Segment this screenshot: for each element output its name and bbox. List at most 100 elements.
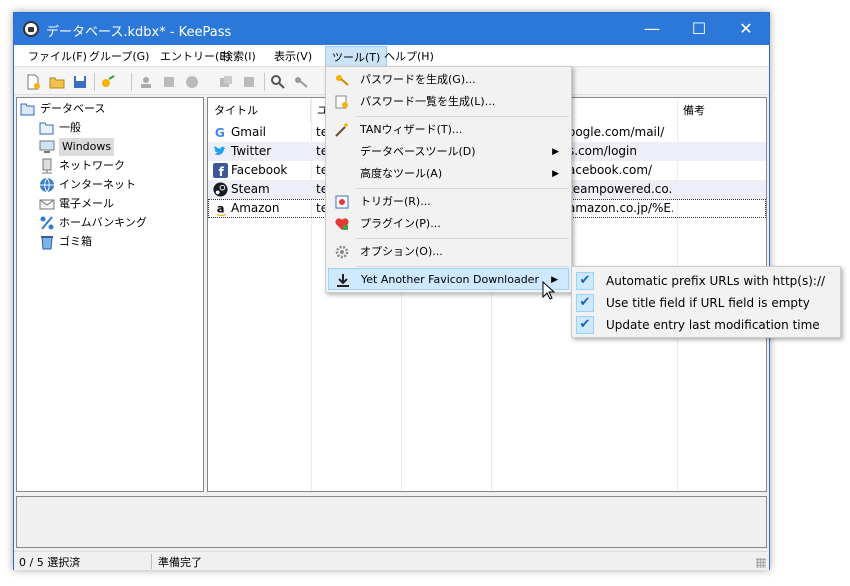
copy-user-icon[interactable] (138, 74, 154, 90)
steam-favicon-icon (213, 182, 228, 197)
maximize-button[interactable]: ☐ (676, 13, 722, 45)
tree-item-label: ホームバンキング (59, 216, 147, 229)
svg-text:G: G (215, 126, 225, 140)
menu-item-label: Yet Another Favicon Downloader (361, 273, 539, 286)
menu-item-label: Automatic prefix URLs with http(s):// (606, 274, 826, 288)
status-text: 準備完了 (158, 556, 202, 569)
svg-text:f: f (219, 165, 225, 178)
submenu-arrow-icon: ▶ (552, 169, 559, 179)
copy-entry-icon[interactable] (218, 74, 234, 90)
toolbar-separator (94, 73, 95, 91)
menu-item-label: オプション(O)... (360, 245, 443, 258)
add-entry-icon[interactable] (100, 74, 116, 90)
minimize-button[interactable]: — (629, 13, 675, 45)
envelope-icon (39, 199, 55, 210)
save-icon[interactable] (72, 74, 88, 90)
window-title: データベース.kdbx* - KeePass (46, 25, 232, 40)
tree-item-label: 一般 (59, 121, 81, 134)
menu-item-yafd[interactable]: Yet Another Favicon Downloader ▶ (328, 268, 569, 290)
recycle-bin-icon (41, 236, 53, 250)
keepass-lock-icon (23, 21, 39, 37)
entry-title: Twitter (231, 144, 272, 158)
menu-item-tan-wizard[interactable]: TANウィザード(T)... (328, 119, 569, 141)
group-tree[interactable]: データベース 一般 Windows ネットワーク インターネット 電子メール ホ… (16, 97, 204, 492)
download-icon (337, 274, 349, 287)
entry-url: acebook.com/ (568, 163, 653, 177)
find-icon[interactable] (270, 74, 286, 90)
menu-item-options[interactable]: オプション(O)... (328, 241, 569, 263)
menu-tools[interactable]: ツール(T) (325, 46, 388, 68)
menu-item-advanced-tools[interactable]: 高度なツール(A) ▶ (328, 163, 569, 185)
folder-icon (39, 122, 54, 135)
open-url-icon[interactable] (184, 74, 200, 90)
option-use-title-field[interactable]: ✔ Use title field if URL field is empty (574, 292, 838, 314)
menu-item-label: パスワード一覧を生成(L)... (360, 95, 496, 108)
keys-icon[interactable] (293, 74, 309, 90)
close-button[interactable]: ✕ (723, 13, 769, 45)
facebook-favicon-icon: f (213, 163, 228, 178)
option-auto-prefix-urls[interactable]: ✔ Automatic prefix URLs with http(s):// (574, 270, 838, 292)
column-header-notes[interactable]: 備考 (677, 100, 766, 122)
toolbar-separator (131, 73, 132, 91)
copy-password-icon[interactable] (161, 74, 177, 90)
google-favicon-icon: G (215, 126, 225, 140)
submenu-arrow-icon: ▶ (552, 147, 559, 157)
menu-item-label: TANウィザード(T)... (360, 123, 463, 136)
menu-search[interactable]: 検索(I) (222, 48, 256, 64)
tree-item-label: ゴミ箱 (59, 235, 92, 248)
tree-item-label: Windows (59, 138, 115, 156)
menu-file[interactable]: ファイル(F) (28, 48, 87, 64)
menu-item-label: トリガー(R)... (360, 195, 431, 208)
svg-text:a: a (217, 202, 225, 215)
open-folder-icon (20, 103, 35, 116)
menu-group[interactable]: グループ(G) (89, 48, 149, 64)
percent-icon (40, 216, 54, 230)
amazon-favicon-icon: a (216, 202, 227, 217)
tree-item-label: 電子メール (59, 197, 114, 210)
tools-menu: パスワードを生成(G)... パスワード一覧を生成(L)... TANウィザード… (325, 66, 572, 293)
resize-grip-icon[interactable] (756, 558, 766, 568)
tree-item-label: インターネット (59, 178, 136, 191)
menu-item-label: プラグイン(P)... (360, 217, 441, 230)
entry-url: amazon.co.jp/%E... (568, 201, 673, 215)
title-bar[interactable]: データベース.kdbx* - KeePass — ☐ ✕ (14, 13, 769, 45)
open-database-icon[interactable] (49, 74, 65, 90)
gear-icon (335, 245, 349, 259)
entry-title: Amazon (231, 201, 280, 215)
menu-separator (356, 188, 569, 189)
column-header-title[interactable]: タイトル (208, 100, 311, 122)
option-update-modification-time[interactable]: ✔ Update entry last modification time (574, 314, 838, 336)
entry-url: teampowered.co... (568, 182, 673, 196)
menu-item-triggers[interactable]: トリガー(R)... (328, 191, 569, 213)
entry-url: s.com/login (568, 144, 637, 158)
entry-detail-pane[interactable] (16, 496, 767, 548)
menu-separator (356, 116, 569, 117)
new-database-icon[interactable] (25, 74, 41, 90)
menu-entry[interactable]: エントリー(E) (160, 48, 231, 64)
menu-separator (356, 238, 569, 239)
windows-computer-icon (39, 140, 55, 153)
menu-item-generate-password[interactable]: パスワードを生成(G)... (328, 69, 569, 91)
key-generate-icon (336, 75, 349, 86)
menu-bar: ファイル(F) グループ(G) エントリー(E) 検索(I) 表示(V) ツール… (14, 45, 769, 68)
menu-item-label: データベースツール(D) (360, 145, 476, 158)
menu-separator (356, 266, 569, 267)
checkmark-icon: ✔ (576, 294, 594, 312)
selection-count: 0 / 5 選択済 (19, 556, 81, 569)
menu-view[interactable]: 表示(V) (274, 48, 312, 64)
entry-title: Gmail (231, 125, 267, 139)
status-separator (151, 554, 152, 569)
entry-title: Steam (231, 182, 270, 196)
menu-item-label: Use title field if URL field is empty (606, 296, 810, 310)
menu-item-plugins[interactable]: プラグイン(P)... (328, 213, 569, 235)
duplicate-icon[interactable] (241, 74, 257, 90)
key-list-icon (335, 95, 348, 109)
mouse-cursor-icon (542, 281, 556, 300)
menu-item-label: 高度なツール(A) (360, 167, 443, 180)
wand-icon (335, 123, 348, 137)
menu-help[interactable]: ヘルプ(H) (384, 48, 434, 64)
checkmark-icon: ✔ (576, 272, 594, 290)
entry-url: oogle.com/mail/ (568, 125, 665, 139)
menu-item-generate-password-list[interactable]: パスワード一覧を生成(L)... (328, 91, 569, 113)
menu-item-database-tools[interactable]: データベースツール(D) ▶ (328, 141, 569, 163)
